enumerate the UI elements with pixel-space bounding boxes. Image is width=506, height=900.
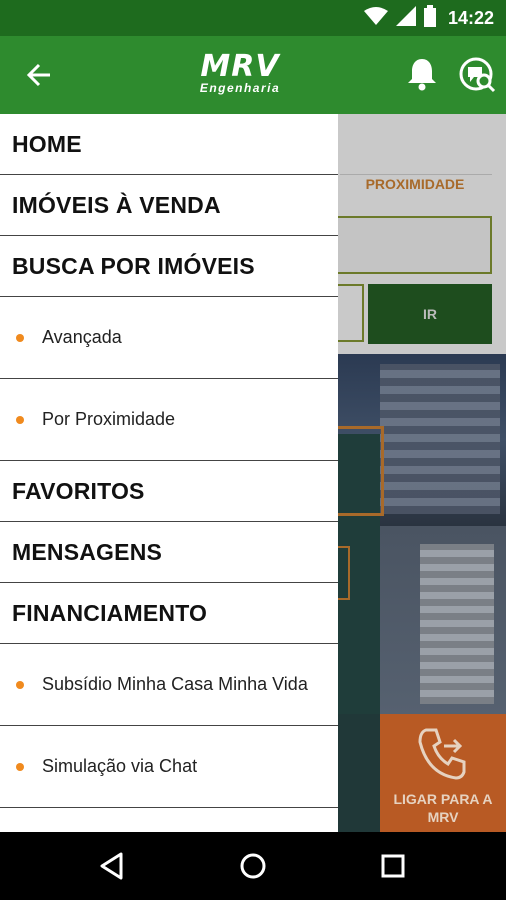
chat-search-icon[interactable] — [458, 56, 498, 96]
drawer-item-mensagens[interactable]: MENSAGENS — [0, 522, 338, 583]
drawer-subitem-label: Subsídio Minha Casa Minha Vida — [42, 674, 308, 694]
drawer-item-home[interactable]: HOME — [0, 114, 338, 175]
bullet-icon — [16, 680, 24, 689]
recents-square-icon[interactable] — [373, 846, 413, 886]
drawer-item-label: MENSAGENS — [12, 538, 163, 565]
drawer-item-label: FINANCIAMENTO — [12, 599, 208, 626]
drawer-item-imoveis-a-venda[interactable]: IMÓVEIS À VENDA — [0, 175, 338, 236]
logo-main-text: MRV — [200, 49, 280, 84]
drawer-subitem-simulacao-chat[interactable]: Simulação via Chat — [0, 726, 338, 808]
status-time: 14:22 — [447, 7, 494, 28]
drawer-subitem-subsidio[interactable]: Subsídio Minha Casa Minha Vida — [0, 644, 338, 726]
mrv-logo: MRV Engenharia — [190, 52, 290, 96]
tab-proximidade[interactable]: PROXIMIDADE — [340, 176, 490, 192]
logo-sub-text: Engenharia — [199, 81, 281, 95]
map-tile[interactable] — [338, 714, 380, 832]
go-button[interactable]: IR — [368, 284, 492, 344]
drawer-item-label: HOME — [12, 130, 82, 157]
bullet-icon — [16, 415, 24, 424]
signal-icon — [395, 5, 416, 31]
drawer-item-financiamento[interactable]: FINANCIAMENTO — [0, 583, 338, 644]
drawer-item-label: FAVORITOS — [12, 477, 145, 504]
drawer-subitem-por-proximidade[interactable]: Por Proximidade — [0, 379, 338, 461]
drawer-item-label: IMÓVEIS À VENDA — [12, 191, 221, 218]
battery-icon — [423, 4, 436, 32]
drawer-subitem-avancada[interactable]: Avançada — [0, 297, 338, 379]
navigation-drawer: HOME IMÓVEIS À VENDA BUSCA POR IMÓVEIS A… — [0, 114, 338, 832]
bullet-icon — [16, 762, 24, 771]
drawer-subitem-label: Simulação via Chat — [42, 756, 198, 776]
wifi-icon — [363, 6, 388, 31]
system-nav-bar — [0, 832, 506, 900]
back-arrow-icon[interactable] — [22, 58, 56, 92]
call-mrv-label: LIGAR PARA A MRV — [393, 791, 493, 825]
drawer-subitem-label: Avançada — [42, 327, 122, 347]
card-frame — [338, 546, 350, 600]
drawer-subitem-label: Por Proximidade — [42, 409, 176, 429]
bullet-icon — [16, 333, 24, 342]
tab-divider — [340, 174, 492, 175]
phone-icon — [418, 728, 466, 780]
building-image — [380, 364, 500, 514]
bell-icon[interactable] — [404, 56, 440, 92]
address-input[interactable] — [330, 216, 492, 274]
drawer-item-favoritos[interactable]: FAVORITOS — [0, 461, 338, 522]
building-image — [420, 544, 494, 704]
card-frame — [338, 426, 384, 516]
home-circle-icon[interactable] — [233, 846, 273, 886]
drawer-item-busca-por-imoveis[interactable]: BUSCA POR IMÓVEIS — [0, 236, 338, 297]
status-bar: 14:22 — [0, 0, 506, 36]
app-bar: MRV Engenharia — [0, 36, 506, 114]
drawer-item-label: BUSCA POR IMÓVEIS — [12, 252, 255, 279]
call-mrv-tile[interactable]: LIGAR PARA A MRV — [380, 714, 506, 832]
back-triangle-icon[interactable] — [92, 846, 132, 886]
